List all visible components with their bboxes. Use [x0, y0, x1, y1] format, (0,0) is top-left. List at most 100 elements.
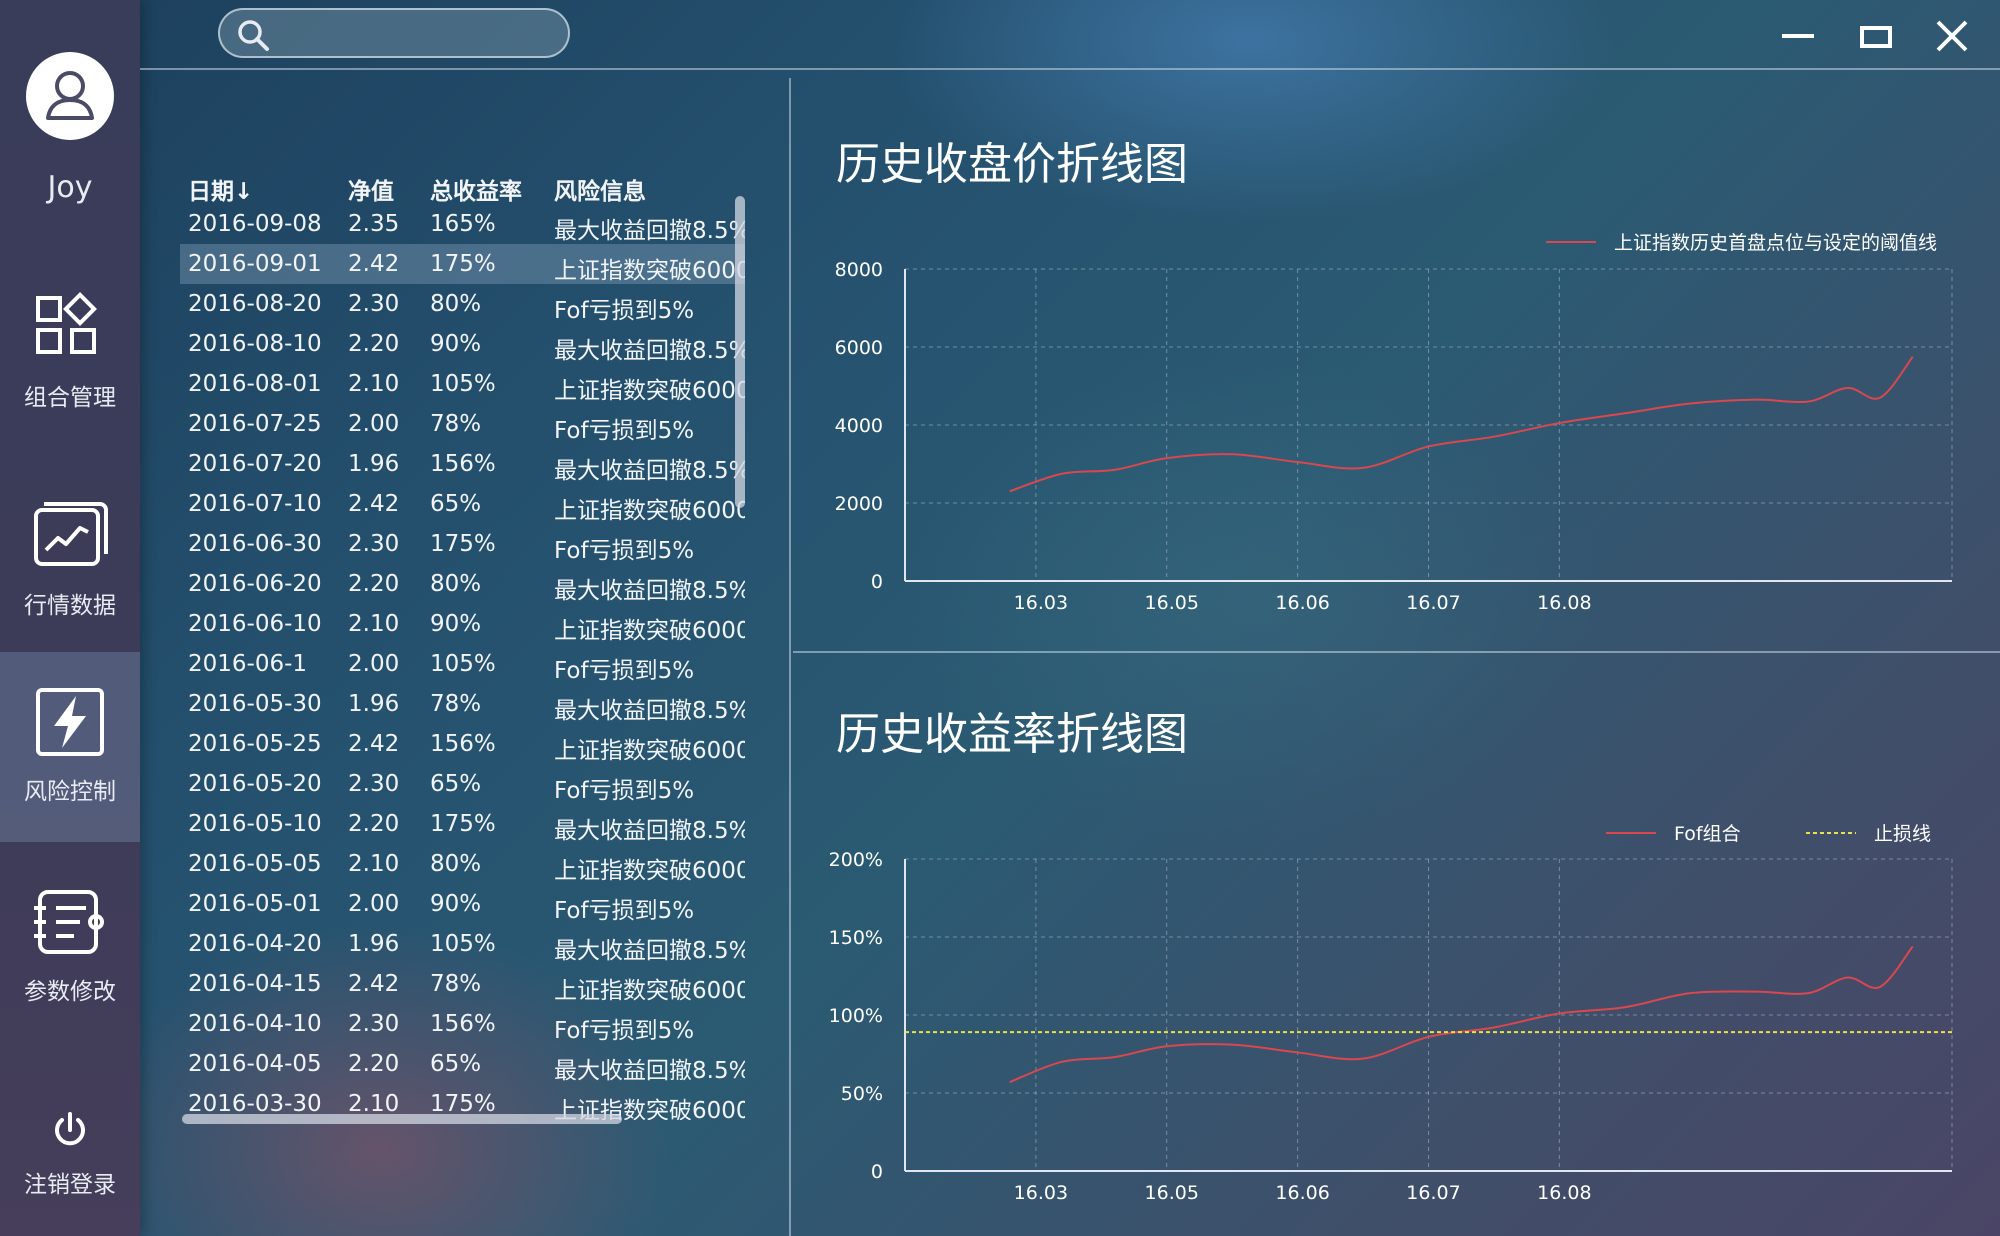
nav-label: 组合管理: [24, 385, 116, 411]
table-row[interactable]: 2016-06-10 2.10 90% 上证指数突破6000: [180, 604, 745, 644]
cell-date: 2016-08-10: [188, 331, 322, 357]
nav-label: 行情数据: [24, 593, 116, 619]
cell-nav: 2.42: [348, 971, 400, 997]
table-row[interactable]: 2016-05-30 1.96 78% 最大收益回撤8.5%: [180, 684, 745, 724]
cell-nav: 2.10: [348, 851, 400, 877]
column-header-risk-info[interactable]: 风险信息: [554, 172, 646, 206]
cell-date: 2016-09-08: [188, 211, 322, 237]
cell-risk-info: Fof亏损到5%: [554, 1018, 695, 1044]
cell-total-return: 105%: [430, 371, 496, 397]
table-row[interactable]: 2016-06-1 2.00 105% Fof亏损到5%: [180, 644, 745, 684]
cell-nav: 2.30: [348, 531, 400, 557]
table-row[interactable]: 2016-04-05 2.20 65% 最大收益回撤8.5%: [180, 1044, 745, 1084]
cell-nav: 2.10: [348, 611, 400, 637]
cell-nav: 2.00: [348, 651, 400, 677]
table-row[interactable]: 2016-06-30 2.30 175% Fof亏损到5%: [180, 524, 745, 564]
table-row[interactable]: 2016-05-25 2.42 156% 上证指数突破6000: [180, 724, 745, 764]
user-icon: [46, 71, 94, 120]
cell-risk-info: 最大收益回撤8.5%: [554, 338, 745, 364]
cell-total-return: 90%: [430, 331, 482, 357]
cell-date: 2016-08-20: [188, 291, 322, 317]
column-header-total-return[interactable]: 总收益率: [430, 172, 522, 206]
table-row[interactable]: 2016-08-10 2.20 90% 最大收益回撤8.5%: [180, 324, 745, 364]
table-row[interactable]: 2016-09-08 2.35 165% 最大收益回撤8.5%: [180, 204, 745, 244]
cell-date: 2016-05-05: [188, 851, 322, 877]
cell-risk-info: 上证指数突破6000: [554, 978, 745, 1004]
y-tick-label: 100%: [829, 1005, 883, 1027]
table-row[interactable]: 2016-08-20 2.30 80% Fof亏损到5%: [180, 284, 745, 324]
search-box: [218, 8, 570, 58]
cell-total-return: 156%: [430, 451, 496, 477]
minimize-button[interactable]: [1776, 14, 1820, 58]
cell-nav: 2.42: [348, 251, 400, 277]
horizontal-scrollbar[interactable]: [182, 1114, 622, 1124]
cell-total-return: 175%: [430, 531, 496, 557]
table-row[interactable]: 2016-04-15 2.42 78% 上证指数突破6000: [180, 964, 745, 1004]
table-row[interactable]: 2016-04-20 1.96 105% 最大收益回撤8.5%: [180, 924, 745, 964]
search-icon[interactable]: [236, 18, 270, 52]
nav-item-parameter-settings[interactable]: 参数修改: [0, 852, 140, 1042]
nav-item-market-data[interactable]: 行情数据: [0, 466, 140, 656]
cell-total-return: 156%: [430, 1011, 496, 1037]
cell-date: 2016-06-10: [188, 611, 322, 637]
logout-label: 注销登录: [24, 1172, 116, 1198]
close-price-chart: 8000 6000 4000 2000 0 16.03 16.05 16.06 16.07 16.…: [835, 232, 1953, 614]
cell-nav: 1.96: [348, 931, 400, 957]
table-row[interactable]: 2016-05-20 2.30 65% Fof亏损到5%: [180, 764, 745, 804]
maximize-button[interactable]: [1854, 14, 1898, 58]
y-tick-label: 6000: [835, 337, 883, 359]
vertical-scrollbar[interactable]: [735, 196, 745, 508]
cell-nav: 1.96: [348, 691, 400, 717]
x-tick-label: 16.07: [1406, 1182, 1460, 1204]
cell-date: 2016-04-05: [188, 1051, 322, 1077]
y-tick-label: 0: [871, 1161, 883, 1183]
table-row[interactable]: 2016-07-25 2.00 78% Fof亏损到5%: [180, 404, 745, 444]
logout-button[interactable]: 注销登录: [0, 1100, 140, 1210]
avatar[interactable]: [26, 52, 114, 140]
list-edit-icon: [34, 890, 104, 954]
username: Joy: [47, 170, 93, 205]
table-row[interactable]: 2016-05-10 2.20 175% 最大收益回撤8.5%: [180, 804, 745, 844]
column-header-date[interactable]: 日期↓: [188, 172, 253, 206]
nav-item-portfolio-management[interactable]: 组合管理: [0, 258, 140, 448]
column-header-nav[interactable]: 净值: [348, 172, 394, 206]
cell-nav: 2.42: [348, 491, 400, 517]
cell-date: 2016-05-30: [188, 691, 322, 717]
table-row[interactable]: 2016-08-01 2.10 105% 上证指数突破6000: [180, 364, 745, 404]
x-tick-label: 16.08: [1537, 592, 1591, 614]
chart-title-close-price: 历史收盘价折线图: [836, 139, 1188, 190]
cell-risk-info: Fof亏损到5%: [554, 418, 695, 444]
table-row[interactable]: 2016-07-10 2.42 65% 上证指数突破6000: [180, 484, 745, 524]
cell-risk-info: 上证指数突破6000: [554, 378, 745, 404]
table-row[interactable]: 2016-06-20 2.20 80% 最大收益回撤8.5%: [180, 564, 745, 604]
x-tick-label: 16.08: [1537, 1182, 1591, 1204]
x-tick-label: 16.07: [1406, 592, 1460, 614]
panel-divider: [789, 78, 791, 1236]
x-tick-label: 16.03: [1014, 592, 1068, 614]
power-icon: [55, 1112, 85, 1146]
cell-date: 2016-09-01: [188, 251, 322, 277]
cell-risk-info: 上证指数突破6000: [554, 498, 745, 524]
cell-total-return: 80%: [430, 291, 482, 317]
table-row[interactable]: 2016-07-20 1.96 156% 最大收益回撤8.5%: [180, 444, 745, 484]
cell-risk-info: 上证指数突破6000: [554, 858, 745, 884]
return-rate-chart: 200% 150% 100% 50% 0 16.03 16.05 16.06 16.07 16.0…: [829, 823, 1953, 1204]
cell-risk-info: 上证指数突破6000: [554, 738, 745, 764]
cell-date: 2016-04-10: [188, 1011, 322, 1037]
table-row[interactable]: 2016-04-10 2.30 156% Fof亏损到5%: [180, 1004, 745, 1044]
table-row[interactable]: 2016-05-05 2.10 80% 上证指数突破6000: [180, 844, 745, 884]
nav-item-risk-control[interactable]: 风险控制: [0, 652, 140, 842]
cell-date: 2016-06-30: [188, 531, 322, 557]
cell-date: 2016-05-25: [188, 731, 322, 757]
close-button[interactable]: [1930, 14, 1974, 58]
risk-table: 日期↓ 净值 总收益率 风险信息 2016-09-08 2.35 165% 最大收益回…: [180, 168, 745, 1120]
legend-label: Fof组合: [1674, 823, 1741, 845]
cell-risk-info: 最大收益回撤8.5%: [554, 218, 745, 244]
search-input[interactable]: [284, 16, 554, 50]
cell-date: 2016-07-20: [188, 451, 322, 477]
table-row[interactable]: 2016-05-01 2.00 90% Fof亏损到5%: [180, 884, 745, 924]
cell-risk-info: 最大收益回撤8.5%: [554, 698, 745, 724]
cell-nav: 2.00: [348, 891, 400, 917]
cell-total-return: 105%: [430, 931, 496, 957]
table-row[interactable]: 2016-09-01 2.42 175% 上证指数突破6000: [180, 244, 745, 284]
